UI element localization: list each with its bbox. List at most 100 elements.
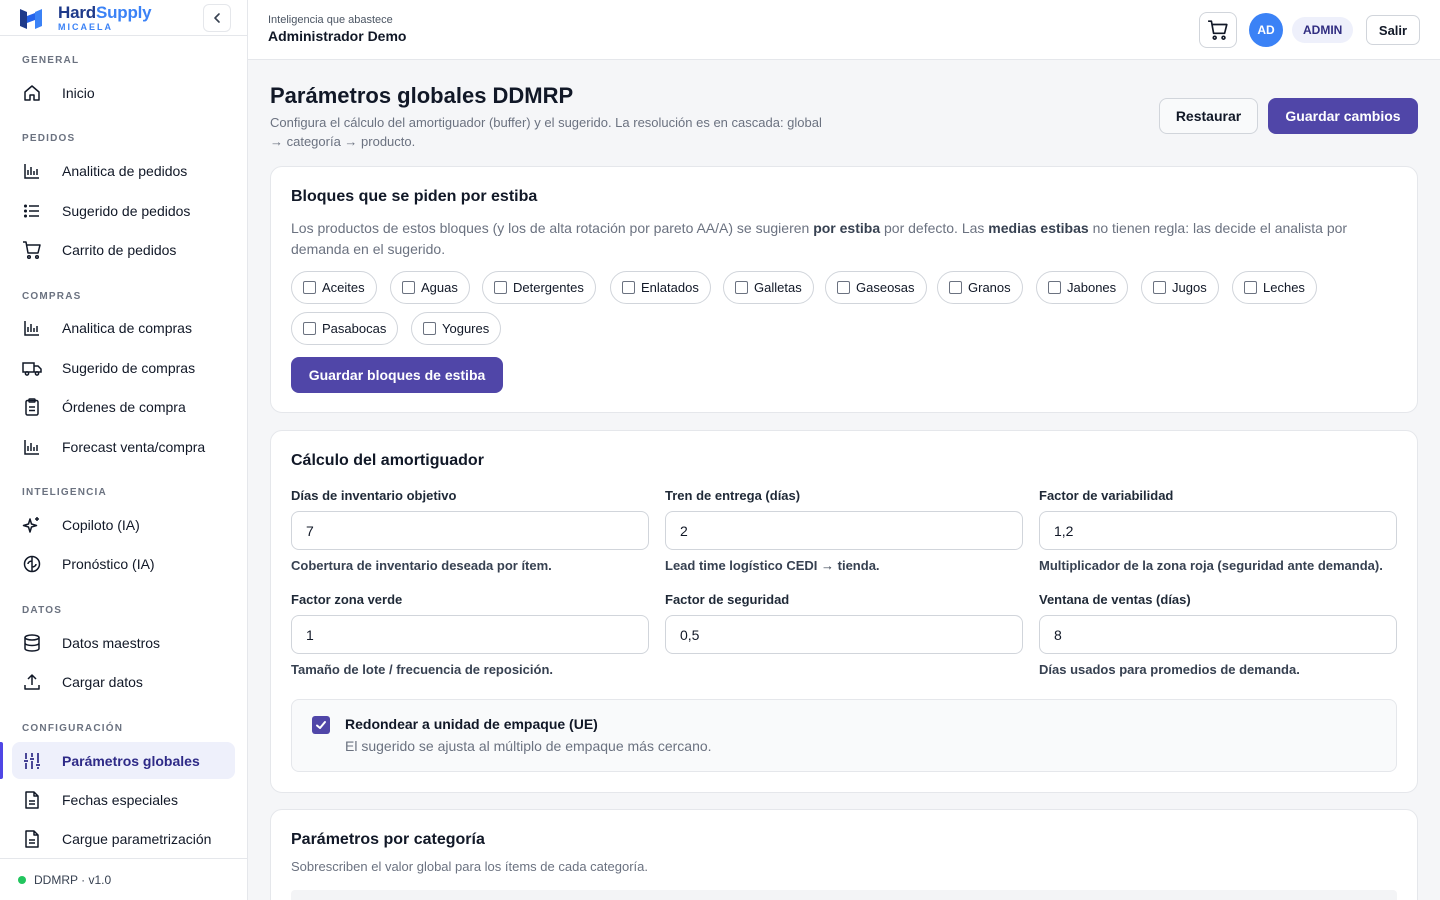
sparkles-icon	[22, 516, 39, 533]
checkbox[interactable]	[622, 281, 635, 294]
checkbox[interactable]	[423, 322, 436, 335]
save-changes-button[interactable]: Guardar cambios	[1268, 98, 1418, 134]
block-chip-aguas[interactable]: Aguas	[390, 271, 470, 304]
block-chip-gaseosas[interactable]: Gaseosas	[825, 271, 927, 304]
field-label-factor-seguridad: Factor de seguridad	[665, 592, 790, 607]
truck-icon	[22, 361, 42, 376]
sidebar-item-cargue-parametrizacion[interactable]: Cargue parametrización	[12, 820, 235, 857]
sidebar-item-forecast[interactable]: Forecast venta/compra	[12, 428, 235, 465]
block-chip-detergentes[interactable]: Detergentes	[482, 271, 596, 304]
status-dot	[18, 875, 26, 884]
checkbox[interactable]	[303, 322, 316, 335]
stack-blocks-description: Los productos de estos bloques (y los de…	[291, 220, 1348, 257]
block-chip-granos[interactable]: Granos	[937, 271, 1023, 304]
round-packaging-option[interactable]: Redondear a unidad de empaque (UE) El su…	[291, 699, 1397, 772]
factor-zona-verde-input[interactable]: 1	[291, 615, 649, 654]
checkbox[interactable]	[735, 281, 748, 294]
checkbox[interactable]	[303, 281, 316, 294]
factor-seguridad-input[interactable]: 0,5	[665, 615, 1023, 654]
chevron-left-icon	[214, 13, 220, 23]
block-chip-jugos[interactable]: Jugos	[1141, 271, 1219, 304]
block-chip-jabones[interactable]: Jabones	[1036, 271, 1129, 304]
checkbox[interactable]	[1244, 281, 1257, 294]
sidebar-item-parametros-globales[interactable]: Parámetros globales	[12, 742, 235, 779]
page-description: Configura el cálculo del amortiguador (b…	[270, 115, 822, 149]
round-packaging-checkbox[interactable]	[312, 716, 330, 734]
field-label-tren-entrega: Tren de entrega (días)	[665, 488, 801, 503]
tren-entrega-input[interactable]: 2	[665, 511, 1023, 550]
sidebar-item-ordenes-compra[interactable]: Órdenes de compra	[12, 388, 235, 425]
list-icon	[23, 203, 39, 218]
brand-name: HardSupply	[58, 2, 152, 22]
field-help-dias-inventario: Cobertura de inventario deseada por ítem…	[291, 558, 552, 573]
block-chip-enlatados[interactable]: Enlatados	[610, 271, 711, 304]
field-label-ventana-ventas: Ventana de ventas (días)	[1039, 592, 1191, 607]
field-label-factor-variabilidad: Factor de variabilidad	[1039, 488, 1174, 503]
block-chip-leches[interactable]: Leches	[1232, 271, 1317, 304]
check-icon	[316, 721, 326, 729]
field-label-factor-zona-verde: Factor zona verde	[291, 592, 403, 607]
dias-inventario-input[interactable]: 7	[291, 511, 649, 550]
category-table-header	[291, 890, 1397, 900]
file-icon	[25, 829, 39, 848]
field-help-factor-variabilidad: Multiplicador de la zona roja (seguridad…	[1039, 558, 1383, 573]
nav-section-pedidos: PEDIDOS	[22, 133, 76, 144]
nav-section-compras: COMPRAS	[22, 291, 82, 302]
checkbox[interactable]	[1048, 281, 1061, 294]
sidebar-item-sugerido-compras[interactable]: Sugerido de compras	[12, 349, 235, 386]
cart-icon	[23, 240, 41, 259]
sidebar: HardSupply MICAELA GENERAL Inicio PEDIDO…	[0, 0, 248, 900]
logout-button[interactable]: Salir	[1366, 15, 1420, 45]
cart-button[interactable]	[1199, 12, 1237, 48]
brain-icon	[23, 555, 41, 572]
bar-chart-icon	[24, 439, 39, 455]
bar-chart-icon	[24, 320, 39, 336]
sidebar-item-copiloto[interactable]: Copiloto (IA)	[12, 506, 235, 543]
tagline: Inteligencia que abastece	[268, 14, 393, 26]
sidebar-item-pronostico[interactable]: Pronóstico (IA)	[12, 545, 235, 582]
checkbox[interactable]	[837, 281, 850, 294]
brand-subtitle: MICAELA	[58, 21, 113, 32]
checkbox[interactable]	[402, 281, 415, 294]
round-packaging-title: Redondear a unidad de empaque (UE)	[345, 716, 598, 732]
sidebar-item-inicio[interactable]: Inicio	[12, 74, 235, 111]
sidebar-item-sugerido-pedidos[interactable]: Sugerido de pedidos	[12, 192, 235, 229]
collapse-sidebar-button[interactable]	[203, 4, 231, 32]
sidebar-item-carrito-pedidos[interactable]: Carrito de pedidos	[12, 231, 235, 268]
page-title: Parámetros globales DDMRP	[270, 83, 574, 108]
checkbox[interactable]	[494, 281, 507, 294]
field-help-factor-zona-verde: Tamaño de lote / frecuencia de reposició…	[291, 662, 553, 677]
factor-variabilidad-input[interactable]: 1,2	[1039, 511, 1397, 550]
round-packaging-description: El sugerido se ajusta al múltiplo de emp…	[345, 738, 712, 754]
sidebar-item-analitica-pedidos[interactable]: Analitica de pedidos	[12, 152, 235, 189]
top-bar: Inteligencia que abastece Administrador …	[248, 0, 1440, 60]
avatar[interactable]: AD	[1249, 13, 1283, 47]
sidebar-item-fechas-especiales[interactable]: Fechas especiales	[12, 781, 235, 818]
checkbox[interactable]	[1153, 281, 1166, 294]
stack-blocks-card: Bloques que se piden por estiba Los prod…	[270, 166, 1418, 413]
field-help-tren-entrega: Lead time logístico CEDI → tienda.	[665, 558, 880, 573]
nav-section-inteligencia: INTELIGENCIA	[22, 487, 107, 498]
sidebar-item-analitica-compras[interactable]: Analitica de compras	[12, 309, 235, 346]
home-icon	[24, 84, 40, 101]
main-content: Parámetros globales DDMRP Configura el c…	[248, 60, 1440, 900]
category-params-description: Sobrescriben el valor global para los ít…	[291, 859, 648, 874]
field-label-dias-inventario: Días de inventario objetivo	[291, 488, 457, 503]
brand: HardSupply MICAELA	[0, 0, 247, 36]
active-indicator	[0, 742, 3, 779]
block-chip-pasabocas[interactable]: Pasabocas	[291, 312, 399, 345]
sliders-icon	[24, 752, 40, 769]
ventana-ventas-input[interactable]: 8	[1039, 615, 1397, 654]
sidebar-footer: DDMRP · v1.0	[0, 858, 247, 900]
category-params-card: Parámetros por categoría Sobrescriben el…	[270, 809, 1418, 900]
save-stack-blocks-button[interactable]: Guardar bloques de estiba	[291, 357, 503, 393]
sidebar-item-cargar-datos[interactable]: Cargar datos	[12, 663, 235, 700]
file-icon	[25, 790, 39, 809]
restore-button[interactable]: Restaurar	[1159, 98, 1258, 134]
block-chip-galletas[interactable]: Galletas	[723, 271, 814, 304]
checkbox[interactable]	[949, 281, 962, 294]
sidebar-item-datos-maestros[interactable]: Datos maestros	[12, 624, 235, 661]
block-chip-yogures[interactable]: Yogures	[411, 312, 502, 345]
block-chip-aceites[interactable]: Aceites	[291, 271, 377, 304]
hardsupply-logo-icon	[20, 8, 42, 29]
